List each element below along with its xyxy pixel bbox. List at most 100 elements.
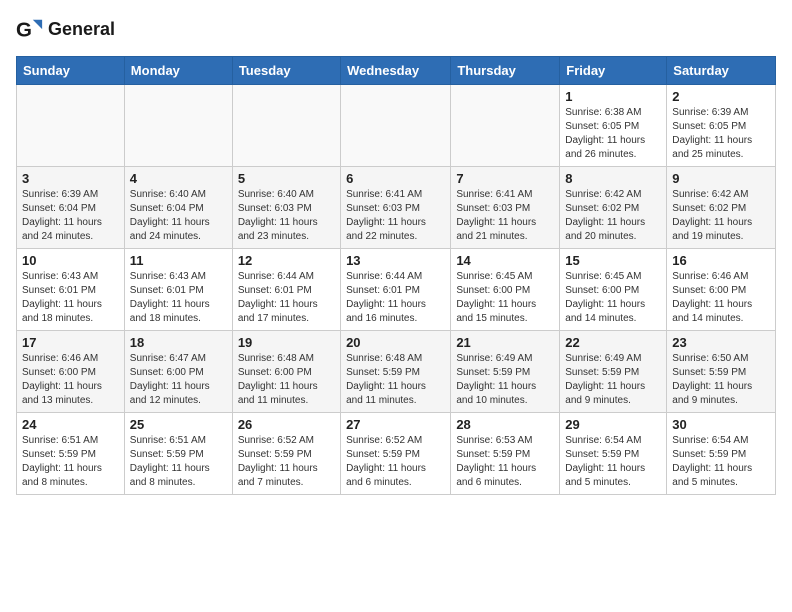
day-number: 26	[238, 417, 335, 432]
day-number: 13	[346, 253, 445, 268]
day-info: Sunrise: 6:41 AM Sunset: 6:03 PM Dayligh…	[456, 188, 554, 244]
calendar-cell: 2 Sunrise: 6:39 AM Sunset: 6:05 PM Daylig…	[667, 85, 776, 167]
logo-text-general: General	[48, 20, 115, 40]
calendar-week-4: 17 Sunrise: 6:46 AM Sunset: 6:00 PM Dayli…	[17, 331, 776, 413]
calendar-cell: 6 Sunrise: 6:41 AM Sunset: 6:03 PM Daylig…	[341, 167, 451, 249]
day-info: Sunrise: 6:40 AM Sunset: 6:04 PM Dayligh…	[130, 188, 227, 244]
day-info: Sunrise: 6:44 AM Sunset: 6:01 PM Dayligh…	[346, 270, 445, 326]
day-info: Sunrise: 6:54 AM Sunset: 5:59 PM Dayligh…	[565, 434, 661, 490]
day-info: Sunrise: 6:49 AM Sunset: 5:59 PM Dayligh…	[565, 352, 661, 408]
day-number: 17	[22, 335, 119, 350]
day-number: 23	[672, 335, 770, 350]
calendar-cell: 8Sunrise: 6:42 AM Sunset: 6:02 PM Daylig…	[560, 167, 667, 249]
day-info: Sunrise: 6:50 AM Sunset: 5:59 PM Dayligh…	[672, 352, 770, 408]
day-number: 4	[130, 171, 227, 186]
calendar-cell: 21 Sunrise: 6:49 AM Sunset: 5:59 PM Dayli…	[451, 331, 560, 413]
day-info: Sunrise: 6:42 AM Sunset: 6:02 PM Dayligh…	[672, 188, 770, 244]
day-number: 24	[22, 417, 119, 432]
day-info: Sunrise: 6:49 AM Sunset: 5:59 PM Dayligh…	[456, 352, 554, 408]
day-info: Sunrise: 6:45 AM Sunset: 6:00 PM Dayligh…	[456, 270, 554, 326]
day-number: 2	[672, 89, 770, 104]
calendar-cell: 11Sunrise: 6:43 AM Sunset: 6:01 PM Dayli…	[124, 249, 232, 331]
calendar-header-monday: Monday	[124, 57, 232, 85]
day-number: 14	[456, 253, 554, 268]
day-info: Sunrise: 6:43 AM Sunset: 6:01 PM Dayligh…	[22, 270, 119, 326]
day-number: 30	[672, 417, 770, 432]
day-info: Sunrise: 6:44 AM Sunset: 6:01 PM Dayligh…	[238, 270, 335, 326]
calendar-cell: 5Sunrise: 6:40 AM Sunset: 6:03 PM Daylig…	[232, 167, 340, 249]
day-info: Sunrise: 6:41 AM Sunset: 6:03 PM Dayligh…	[346, 188, 445, 244]
calendar-cell: 17 Sunrise: 6:46 AM Sunset: 6:00 PM Dayli…	[17, 331, 125, 413]
logo: G General	[16, 16, 115, 44]
day-info: Sunrise: 6:46 AM Sunset: 6:00 PM Dayligh…	[672, 270, 770, 326]
calendar-cell	[341, 85, 451, 167]
day-info: Sunrise: 6:46 AM Sunset: 6:00 PM Dayligh…	[22, 352, 119, 408]
calendar-week-1: 1 Sunrise: 6:38 AM Sunset: 6:05 PM Daylig…	[17, 85, 776, 167]
day-info: Sunrise: 6:51 AM Sunset: 5:59 PM Dayligh…	[22, 434, 119, 490]
day-number: 1	[565, 89, 661, 104]
day-number: 10	[22, 253, 119, 268]
calendar-cell: 12 Sunrise: 6:44 AM Sunset: 6:01 PM Dayli…	[232, 249, 340, 331]
calendar-cell: 28Sunrise: 6:53 AM Sunset: 5:59 PM Dayli…	[451, 413, 560, 495]
day-info: Sunrise: 6:47 AM Sunset: 6:00 PM Dayligh…	[130, 352, 227, 408]
day-info: Sunrise: 6:39 AM Sunset: 6:05 PM Dayligh…	[672, 106, 770, 162]
day-number: 27	[346, 417, 445, 432]
day-number: 25	[130, 417, 227, 432]
day-number: 7	[456, 171, 554, 186]
day-info: Sunrise: 6:48 AM Sunset: 6:00 PM Dayligh…	[238, 352, 335, 408]
calendar-cell	[232, 85, 340, 167]
calendar-header-friday: Friday	[560, 57, 667, 85]
calendar-cell: 20 Sunrise: 6:48 AM Sunset: 5:59 PM Dayli…	[341, 331, 451, 413]
calendar-cell	[17, 85, 125, 167]
calendar-header-row: SundayMondayTuesdayWednesdayThursdayFrid…	[17, 57, 776, 85]
calendar-header-saturday: Saturday	[667, 57, 776, 85]
calendar-table: SundayMondayTuesdayWednesdayThursdayFrid…	[16, 56, 776, 495]
day-number: 8	[565, 171, 661, 186]
calendar-cell: 13 Sunrise: 6:44 AM Sunset: 6:01 PM Dayli…	[341, 249, 451, 331]
day-number: 21	[456, 335, 554, 350]
logo-icon: G	[16, 16, 44, 44]
day-number: 6	[346, 171, 445, 186]
calendar-cell: 18 Sunrise: 6:47 AM Sunset: 6:00 PM Dayli…	[124, 331, 232, 413]
calendar-cell: 25 Sunrise: 6:51 AM Sunset: 5:59 PM Dayli…	[124, 413, 232, 495]
calendar-cell: 7 Sunrise: 6:41 AM Sunset: 6:03 PM Daylig…	[451, 167, 560, 249]
calendar-cell: 24 Sunrise: 6:51 AM Sunset: 5:59 PM Dayli…	[17, 413, 125, 495]
calendar-cell: 16 Sunrise: 6:46 AM Sunset: 6:00 PM Dayli…	[667, 249, 776, 331]
day-info: Sunrise: 6:52 AM Sunset: 5:59 PM Dayligh…	[346, 434, 445, 490]
calendar-header-wednesday: Wednesday	[341, 57, 451, 85]
calendar-cell: 15 Sunrise: 6:45 AM Sunset: 6:00 PM Dayli…	[560, 249, 667, 331]
day-info: Sunrise: 6:48 AM Sunset: 5:59 PM Dayligh…	[346, 352, 445, 408]
calendar-cell: 3 Sunrise: 6:39 AM Sunset: 6:04 PM Daylig…	[17, 167, 125, 249]
calendar-week-3: 10 Sunrise: 6:43 AM Sunset: 6:01 PM Dayli…	[17, 249, 776, 331]
calendar-cell: 4 Sunrise: 6:40 AM Sunset: 6:04 PM Daylig…	[124, 167, 232, 249]
day-info: Sunrise: 6:43 AM Sunset: 6:01 PM Dayligh…	[130, 270, 227, 326]
day-info: Sunrise: 6:39 AM Sunset: 6:04 PM Dayligh…	[22, 188, 119, 244]
day-number: 19	[238, 335, 335, 350]
calendar-cell: 19 Sunrise: 6:48 AM Sunset: 6:00 PM Dayli…	[232, 331, 340, 413]
day-number: 12	[238, 253, 335, 268]
calendar-header-tuesday: Tuesday	[232, 57, 340, 85]
day-number: 18	[130, 335, 227, 350]
calendar-week-2: 3 Sunrise: 6:39 AM Sunset: 6:04 PM Daylig…	[17, 167, 776, 249]
calendar-cell: 27 Sunrise: 6:52 AM Sunset: 5:59 PM Dayli…	[341, 413, 451, 495]
day-number: 5	[238, 171, 335, 186]
day-number: 29	[565, 417, 661, 432]
day-number: 16	[672, 253, 770, 268]
calendar-cell: 10 Sunrise: 6:43 AM Sunset: 6:01 PM Dayli…	[17, 249, 125, 331]
day-info: Sunrise: 6:38 AM Sunset: 6:05 PM Dayligh…	[565, 106, 661, 162]
calendar-cell: 9Sunrise: 6:42 AM Sunset: 6:02 PM Daylig…	[667, 167, 776, 249]
calendar-cell: 1 Sunrise: 6:38 AM Sunset: 6:05 PM Daylig…	[560, 85, 667, 167]
calendar-cell: 30 Sunrise: 6:54 AM Sunset: 5:59 PM Dayli…	[667, 413, 776, 495]
page-header: G General	[16, 16, 776, 44]
calendar-cell: 26Sunrise: 6:52 AM Sunset: 5:59 PM Dayli…	[232, 413, 340, 495]
day-info: Sunrise: 6:54 AM Sunset: 5:59 PM Dayligh…	[672, 434, 770, 490]
day-number: 3	[22, 171, 119, 186]
day-number: 22	[565, 335, 661, 350]
calendar-cell: 29 Sunrise: 6:54 AM Sunset: 5:59 PM Dayli…	[560, 413, 667, 495]
day-info: Sunrise: 6:51 AM Sunset: 5:59 PM Dayligh…	[130, 434, 227, 490]
day-number: 15	[565, 253, 661, 268]
day-number: 20	[346, 335, 445, 350]
calendar-cell	[451, 85, 560, 167]
calendar-cell: 14 Sunrise: 6:45 AM Sunset: 6:00 PM Dayli…	[451, 249, 560, 331]
day-info: Sunrise: 6:45 AM Sunset: 6:00 PM Dayligh…	[565, 270, 661, 326]
